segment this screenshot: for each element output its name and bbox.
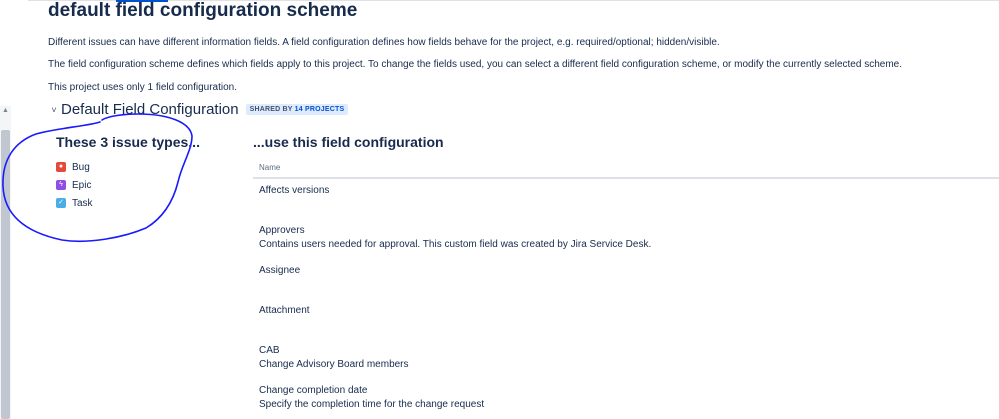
issue-type-label: Epic: [72, 179, 92, 191]
description-fields: Different issues can have different info…: [48, 37, 720, 48]
table-row: Attachment: [259, 305, 979, 345]
field-name: Assignee: [259, 265, 301, 276]
field-description: Specify the completion time for the chan…: [259, 399, 485, 410]
chevron-down-icon[interactable]: ˅: [48, 105, 60, 115]
field-configuration-title[interactable]: Default Field Configuration: [61, 101, 239, 118]
issue-type-epic: ϟ Epic: [56, 176, 93, 194]
field-name: CAB: [259, 345, 280, 356]
epic-icon: ϟ: [56, 180, 66, 190]
field-name: Affects versions: [259, 185, 330, 196]
scrollbar[interactable]: ▲: [0, 106, 11, 419]
bug-icon: ●: [56, 162, 66, 172]
table-row: Approvers Contains users needed for appr…: [259, 225, 979, 265]
shared-badge-count: 14 PROJECTS: [294, 106, 345, 113]
field-name: Attachment: [259, 305, 310, 316]
issue-type-bug: ● Bug: [56, 158, 93, 176]
table-row: Change completion date Specify the compl…: [259, 385, 979, 419]
field-description: Change Advisory Board members: [259, 359, 409, 370]
field-configuration-header[interactable]: ˅ Default Field Configuration SHARED BY …: [48, 101, 349, 118]
field-table: Affects versions Approvers Contains user…: [259, 185, 979, 419]
name-column-header: Name: [259, 163, 281, 172]
table-row: Affects versions: [259, 185, 979, 225]
issue-type-task: ✓ Task: [56, 194, 93, 212]
shared-badge-prefix: SHARED BY: [249, 106, 293, 113]
description-count: This project uses only 1 field configura…: [48, 82, 237, 93]
page-title: default field configuration scheme: [48, 0, 358, 21]
issue-type-label: Bug: [72, 161, 90, 173]
table-header-divider: [253, 177, 999, 179]
table-row: CAB Change Advisory Board members: [259, 345, 979, 385]
scroll-up-arrow-icon[interactable]: ▲: [2, 106, 9, 116]
issue-type-label: Task: [72, 197, 93, 209]
issue-type-list: ● Bug ϟ Epic ✓ Task: [56, 158, 93, 212]
scrollbar-thumb[interactable]: [1, 130, 10, 419]
issue-types-title: These 3 issue types...: [56, 134, 200, 150]
description-scheme: The field configuration scheme defines w…: [48, 59, 902, 70]
field-description: Contains users needed for approval. This…: [259, 239, 652, 250]
field-name: Change completion date: [259, 385, 368, 396]
task-icon: ✓: [56, 198, 66, 208]
field-configuration-table-title: ...use this field configuration: [253, 134, 444, 150]
table-row: Assignee: [259, 265, 979, 305]
shared-badge[interactable]: SHARED BY 14 PROJECTS: [245, 104, 349, 115]
field-name: Approvers: [259, 225, 305, 236]
